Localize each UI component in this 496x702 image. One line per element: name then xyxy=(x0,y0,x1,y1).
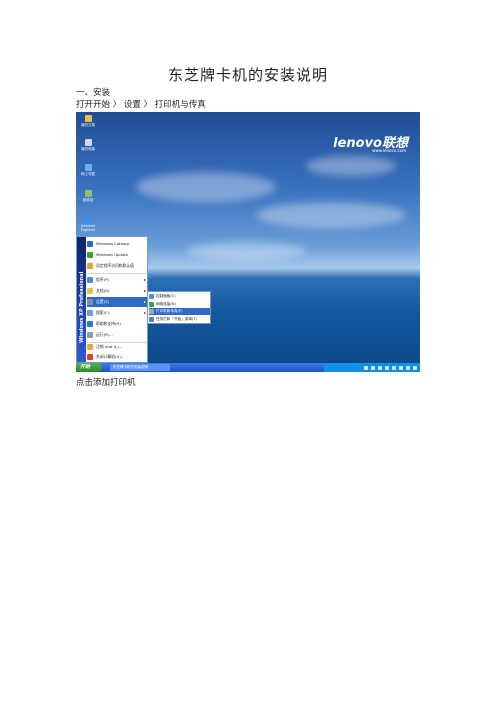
printer-icon xyxy=(149,308,154,314)
menu-item-windows-catalog[interactable]: Windows Catalog xyxy=(87,239,147,249)
menu-item-programs[interactable]: 程序(P) ▸ xyxy=(87,275,147,285)
tray-icon[interactable] xyxy=(371,365,375,370)
caption-text: 点击添加打印机 xyxy=(76,378,136,388)
submenu-arrow-icon: ▸ xyxy=(143,310,146,315)
settings-submenu: 控制面板(C) 网络连接(N) 打印机和传真(P) 任务栏和「开始」菜单(T) xyxy=(147,291,211,324)
submenu-arrow-icon: ▸ xyxy=(143,288,146,293)
help-icon xyxy=(87,321,93,327)
menu-item-log-off[interactable]: 注销 root (L)... xyxy=(87,342,147,352)
control-panel-icon xyxy=(149,293,154,299)
documents-icon xyxy=(87,288,93,294)
catalog-icon xyxy=(87,241,93,247)
section-heading: 一、安装 xyxy=(76,88,111,98)
folder-icon xyxy=(84,115,92,122)
desktop-icon-internet-explorer[interactable]: Internet Explorer xyxy=(80,216,96,232)
menu-item-run[interactable]: 运行(R)... xyxy=(87,330,147,340)
tray-icon[interactable] xyxy=(392,365,396,370)
settings-icon xyxy=(87,299,93,305)
tray-icon[interactable] xyxy=(364,365,368,370)
network-connections-icon xyxy=(149,301,154,307)
computer-icon xyxy=(84,139,92,146)
desktop-icon-my-documents[interactable]: 我的文档 xyxy=(80,115,96,128)
submenu-item-network-connections[interactable]: 网络连接(N) xyxy=(149,301,210,308)
logoff-icon xyxy=(87,344,93,350)
tray-icon[interactable] xyxy=(413,365,417,370)
windows-xp-screenshot: lenovo联想 www.lenovo.com 我的文档 我的电脑 网上邻居 回… xyxy=(76,112,420,372)
search-icon xyxy=(87,310,93,316)
start-menu-strip: Windows XP Professional xyxy=(77,237,86,362)
menu-item-search[interactable]: 搜索(C) ▸ xyxy=(87,308,147,318)
run-icon xyxy=(87,332,93,338)
tray-icon[interactable] xyxy=(385,365,389,370)
defaults-icon xyxy=(87,263,93,269)
tray-icon[interactable] xyxy=(378,365,382,370)
shutdown-icon xyxy=(87,354,93,360)
desktop-icon-recycle-bin[interactable]: 回收站 xyxy=(80,190,96,203)
submenu-item-taskbar-start-menu[interactable]: 任务栏和「开始」菜单(T) xyxy=(149,316,210,323)
taskbar: 开始 东芝牌卡机的安装说明 xyxy=(76,363,420,372)
submenu-item-printers-and-faxes[interactable]: 打印机和传真(P) xyxy=(149,308,210,315)
menu-item-windows-update[interactable]: Windows Update xyxy=(87,250,147,260)
instruction-text: 打开开始 〉 设置 〉 打印机与传真 xyxy=(76,100,206,110)
ie-icon xyxy=(84,216,92,223)
submenu-arrow-icon: ▸ xyxy=(143,299,146,304)
start-button[interactable]: 开始 xyxy=(76,363,102,372)
desktop-icon-network[interactable]: 网上邻居 xyxy=(80,164,96,177)
start-menu-edition-text: Windows XP Professional xyxy=(79,271,85,343)
menu-separator xyxy=(87,273,147,274)
desktop-icon-my-computer[interactable]: 我的电脑 xyxy=(80,139,96,152)
document-title: 东芝牌卡机的安装说明 xyxy=(167,66,328,84)
tray-icon[interactable] xyxy=(399,365,403,370)
taskbar-window-button[interactable]: 东芝牌卡机的安装说明 xyxy=(110,364,170,371)
menu-item-shut-down[interactable]: 关闭计算机(U)... xyxy=(87,352,147,362)
lenovo-url: www.lenovo.com xyxy=(372,148,406,153)
network-icon xyxy=(84,164,92,171)
windows-update-icon xyxy=(87,252,93,258)
menu-item-help[interactable]: 帮助和支持(H) xyxy=(87,319,147,329)
programs-icon xyxy=(87,277,93,283)
submenu-arrow-icon: ▸ xyxy=(143,277,146,282)
taskbar-icon xyxy=(149,316,154,322)
start-menu: Windows XP Professional Windows Catalog … xyxy=(76,236,148,363)
menu-item-program-defaults[interactable]: 设定程序访问和默认值 xyxy=(87,261,147,271)
submenu-item-control-panel[interactable]: 控制面板(C) xyxy=(149,293,210,300)
recycle-bin-icon xyxy=(84,190,92,197)
menu-item-documents[interactable]: 文档(D) ▸ xyxy=(87,286,147,296)
menu-item-settings[interactable]: 设置(S) ▸ xyxy=(87,297,147,307)
system-tray xyxy=(324,363,420,372)
tray-icon[interactable] xyxy=(406,365,410,370)
